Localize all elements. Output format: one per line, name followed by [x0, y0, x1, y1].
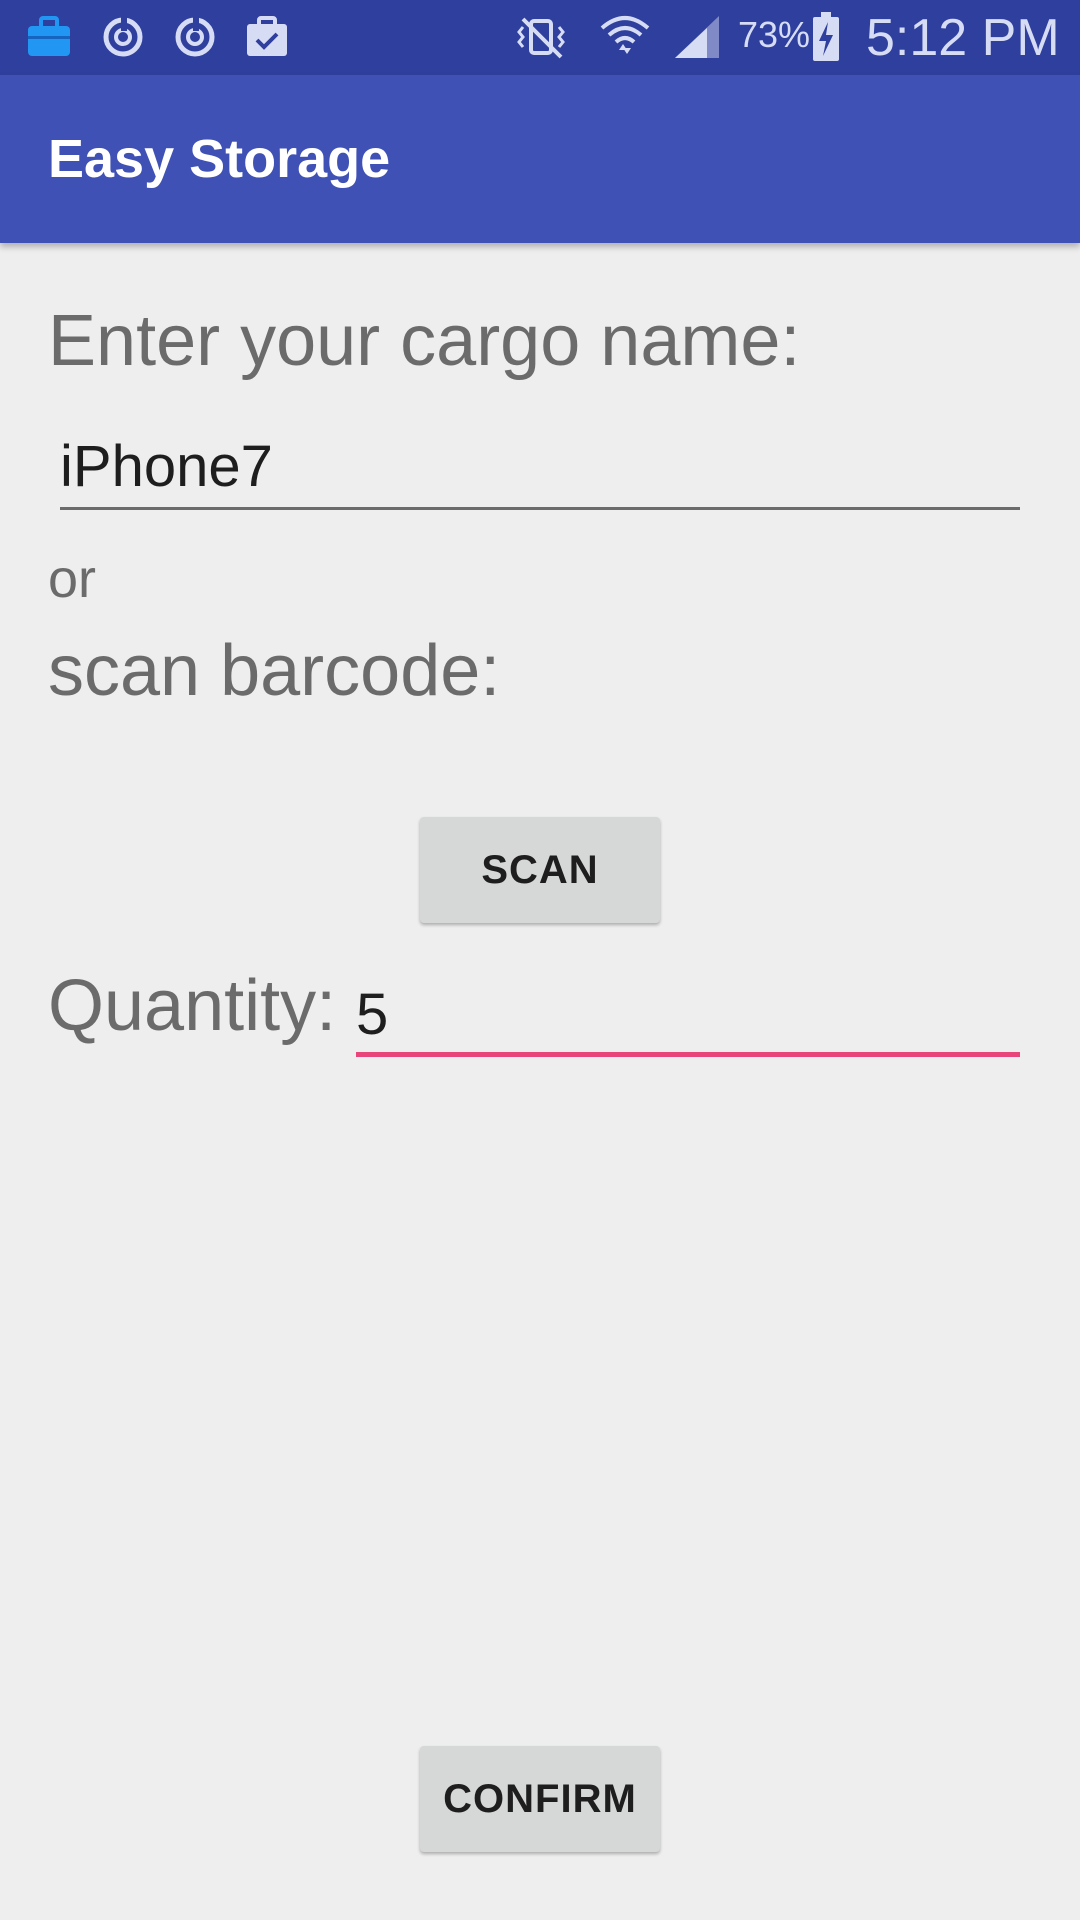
battery-charging-icon	[806, 10, 846, 64]
app-title: Easy Storage	[48, 129, 391, 189]
or-label: or	[48, 549, 97, 609]
cell-signal-icon	[670, 10, 724, 64]
app-bar: Easy Storage	[0, 75, 1080, 243]
quantity-input[interactable]	[354, 978, 1022, 1050]
quantity-underline	[356, 1052, 1020, 1057]
clipboard-check-icon	[240, 10, 294, 64]
battery-percent: 73%	[738, 14, 811, 55]
vibrate-off-icon	[514, 10, 568, 64]
cargo-name-underline	[60, 507, 1020, 510]
scan-barcode-label: scan barcode:	[48, 631, 501, 711]
scan-button[interactable]: SCAN	[420, 817, 660, 923]
briefcase-icon	[22, 10, 76, 64]
quantity-label: Quantity:	[48, 966, 337, 1046]
sync-icon	[168, 10, 222, 64]
clock-time: 5:12 PM	[866, 9, 1060, 67]
sync-icon	[96, 10, 150, 64]
cargo-name-input[interactable]	[58, 430, 1022, 502]
confirm-button[interactable]: CONFIRM	[420, 1746, 660, 1852]
cargo-name-label: Enter your cargo name:	[48, 301, 801, 381]
status-bar: 73% 5:12 PM	[0, 0, 1080, 75]
wifi-icon	[598, 10, 652, 64]
